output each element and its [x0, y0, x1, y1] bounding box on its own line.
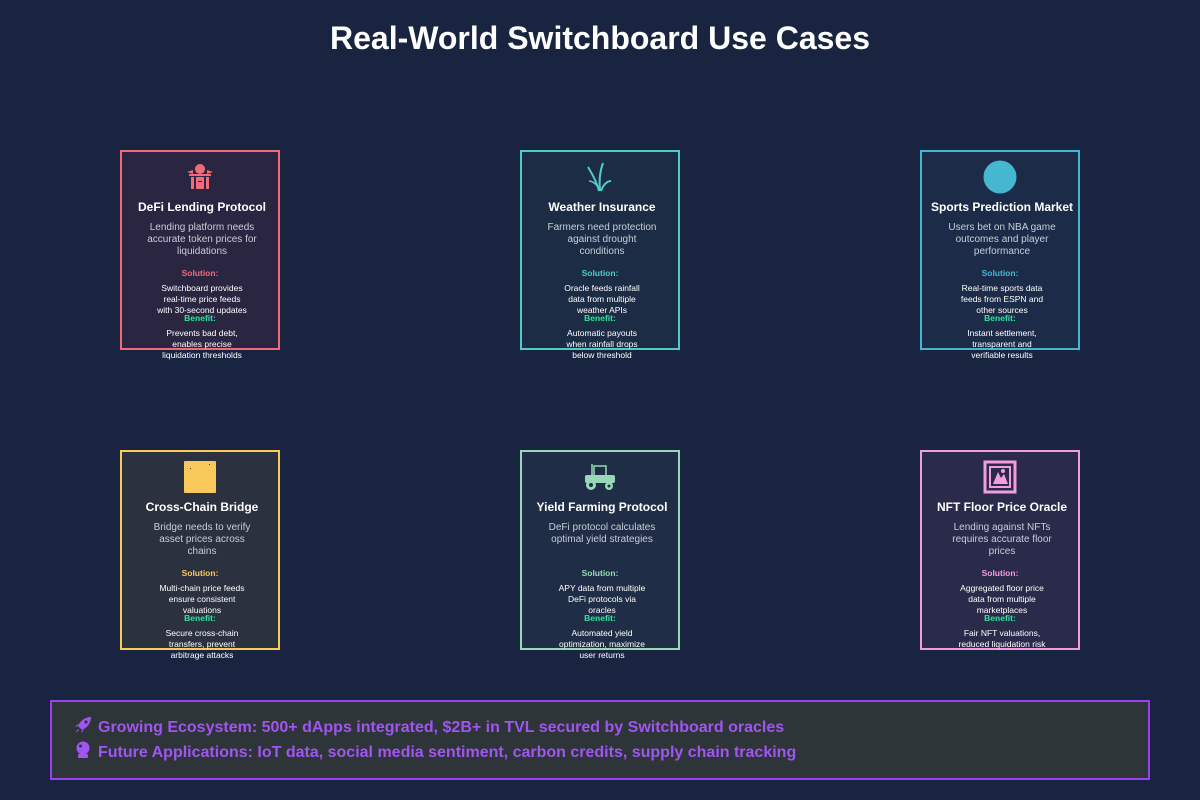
footer-line-growing: Growing Ecosystem: 500+ dApps integrated…: [74, 716, 784, 739]
solution-text: Oracle feeds rainfall data from multiple…: [564, 283, 640, 315]
page-title: Real-World Switchboard Use Cases: [330, 20, 870, 56]
benefit-label: Benefit:: [984, 313, 1016, 323]
card-problem: Users bet on NBA game outcomes and playe…: [948, 222, 1056, 257]
card-problem: DeFi protocol calculates optimal yield s…: [548, 522, 656, 545]
benefit-text: Fair NFT valuations, reduced liquidation…: [958, 628, 1046, 649]
benefit-text: Secure cross-chain transfers, prevent ar…: [165, 628, 239, 660]
benefit-text: Automatic payouts when rainfall drops be…: [566, 328, 638, 360]
card-problem: Bridge needs to verify asset prices acro…: [153, 522, 251, 557]
benefit-text: Prevents bad debt, enables precise liqui…: [162, 328, 242, 360]
use-case-card-sports-prediction: Sports Prediction Market Users bet on NB…: [920, 150, 1080, 360]
use-case-card-defi-lending: DeFi Lending Protocol Lending platform n…: [120, 150, 280, 360]
card-title: DeFi Lending Protocol: [138, 200, 266, 214]
card-title: Sports Prediction Market: [930, 200, 1074, 214]
solution-text: Multi-chain price feeds ensure consisten…: [159, 583, 245, 615]
use-case-card-yield-farming: Yield Farming Protocol DeFi protocol cal…: [520, 450, 680, 660]
benefit-label: Benefit:: [184, 313, 216, 323]
use-case-card-nft-floor-price: NFT Floor Price Oracle Lending against N…: [920, 450, 1080, 650]
footer-line-future: Future Applications: IoT data, social me…: [74, 741, 796, 764]
frame-picture-icon: [922, 460, 1078, 494]
solution-label: Solution:: [981, 268, 1019, 278]
use-case-card-cross-chain-bridge: Cross-Chain Bridge Bridge needs to verif…: [120, 450, 280, 660]
solution-label: Solution:: [981, 568, 1019, 578]
solution-text: APY data from multiple DeFi protocols vi…: [558, 583, 646, 615]
card-title: Weather Insurance: [548, 200, 656, 214]
ecosystem-footer: Growing Ecosystem: 500+ dApps integrated…: [50, 700, 1150, 780]
basketball-icon: [922, 160, 1078, 194]
bank-icon: [122, 160, 278, 194]
card-title: NFT Floor Price Oracle: [936, 500, 1068, 514]
solution-label: Solution:: [581, 268, 619, 278]
benefit-label: Benefit:: [584, 313, 616, 323]
crystal-ball-icon: [74, 741, 98, 764]
benefit-label: Benefit:: [184, 613, 216, 623]
tractor-icon: [522, 460, 678, 494]
benefit-text: Instant settlement, transparent and veri…: [967, 328, 1037, 360]
solution-label: Solution:: [181, 268, 219, 278]
solution-text: Real-time sports data feeds from ESPN an…: [960, 283, 1044, 315]
seedling-icon: [522, 160, 678, 194]
card-problem: Lending platform needs accurate token pr…: [147, 222, 257, 257]
footer-future-text: Future Applications: IoT data, social me…: [98, 743, 797, 761]
rocket-icon: [74, 716, 98, 739]
card-title: Cross-Chain Bridge: [145, 500, 259, 514]
card-problem: Farmers need protection against drought …: [547, 222, 657, 257]
card-problem: Lending against NFTs requires accurate f…: [952, 522, 1052, 557]
benefit-label: Benefit:: [584, 613, 616, 623]
use-case-card-weather-insurance: Weather Insurance Farmers need protectio…: [520, 150, 680, 360]
card-title: Yield Farming Protocol: [536, 500, 668, 514]
solution-text: Aggregated floor price data from multipl…: [960, 583, 1044, 615]
benefit-label: Benefit:: [984, 613, 1016, 623]
solution-label: Solution:: [581, 568, 619, 578]
bridge-icon: [122, 460, 278, 494]
benefit-text: Automated yield optimization, maximize u…: [559, 628, 645, 660]
solution-label: Solution:: [181, 568, 219, 578]
footer-growing-text: Growing Ecosystem: 500+ dApps integrated…: [98, 718, 785, 736]
solution-text: Switchboard provides real-time price fee…: [157, 283, 247, 315]
